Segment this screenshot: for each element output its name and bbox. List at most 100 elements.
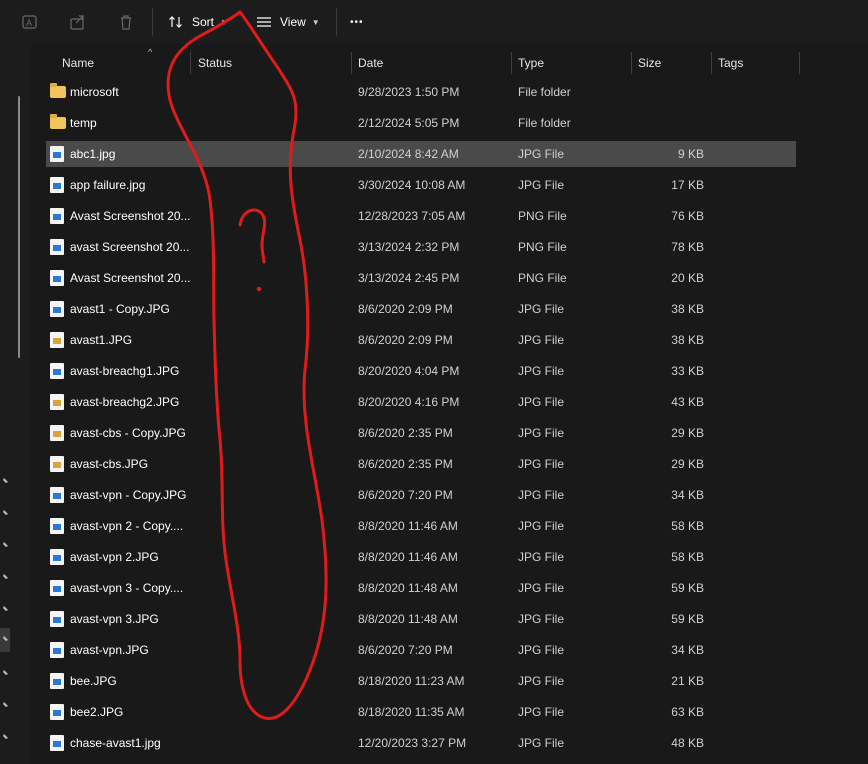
image-file-icon bbox=[50, 642, 64, 658]
file-row[interactable]: avast-breachg1.JPG 8/20/2020 4:04 PM JPG F… bbox=[46, 358, 796, 384]
file-type: File folder bbox=[518, 85, 571, 99]
file-row[interactable]: bee2.JPG 8/18/2020 11:35 AM JPG File 63 KB bbox=[46, 699, 796, 725]
file-date: 8/8/2020 11:46 AM bbox=[358, 519, 458, 533]
column-header-type[interactable]: Type bbox=[518, 50, 544, 76]
file-date: 2/12/2024 5:05 PM bbox=[358, 116, 460, 130]
file-size: 29 KB bbox=[671, 426, 704, 440]
column-divider[interactable] bbox=[631, 52, 632, 74]
file-type: JPG File bbox=[518, 395, 565, 409]
file-date: 3/30/2024 10:08 AM bbox=[358, 178, 466, 192]
file-row[interactable]: avast-vpn - Copy.JPG 8/6/2020 7:20 PM JPG … bbox=[46, 482, 796, 508]
file-date: 12/20/2023 3:27 PM bbox=[358, 736, 467, 750]
file-name: abc1.jpg bbox=[70, 147, 116, 161]
column-divider[interactable] bbox=[190, 52, 191, 74]
file-name: avast-cbs - Copy.JPG bbox=[70, 426, 186, 440]
pin-icon[interactable] bbox=[0, 628, 10, 652]
sort-button[interactable]: Sort ▼ bbox=[168, 10, 228, 34]
file-size: 34 KB bbox=[671, 643, 704, 657]
file-date: 12/28/2023 7:05 AM bbox=[358, 209, 466, 223]
image-file-icon bbox=[50, 487, 64, 503]
delete-icon[interactable] bbox=[116, 12, 136, 32]
file-size: 21 KB bbox=[671, 674, 704, 688]
file-row[interactable]: avast-cbs.JPG 8/6/2020 2:35 PM JPG File 29 … bbox=[46, 451, 796, 477]
file-row[interactable]: avast1 - Copy.JPG 8/6/2020 2:09 PM JPG Fil… bbox=[46, 296, 796, 322]
file-size: 9 KB bbox=[677, 147, 704, 161]
file-row-selected[interactable]: abc1.jpg 2/10/2024 8:42 AM JPG File 9 KB bbox=[46, 141, 796, 167]
file-name: avast-vpn.JPG bbox=[70, 643, 149, 657]
file-row[interactable]: avast-vpn 2.JPG 8/8/2020 11:46 AM JPG File… bbox=[46, 544, 796, 570]
file-name: microsoft bbox=[70, 85, 119, 99]
file-size: 63 KB bbox=[671, 705, 704, 719]
file-size: 17 KB bbox=[671, 178, 704, 192]
file-type: JPG File bbox=[518, 550, 565, 564]
image-file-icon bbox=[50, 549, 64, 565]
file-row[interactable]: avast1.JPG 8/6/2020 2:09 PM JPG File 38 KB bbox=[46, 327, 796, 353]
column-header-size[interactable]: Size bbox=[638, 50, 661, 76]
nav-scrollbar[interactable] bbox=[18, 96, 20, 358]
file-row[interactable]: app failure.jpg 3/30/2024 10:08 AM JPG Fil… bbox=[46, 172, 796, 198]
toolbar-divider bbox=[336, 8, 337, 36]
pin-icon[interactable] bbox=[0, 476, 10, 488]
file-name: avast-vpn 3.JPG bbox=[70, 612, 159, 626]
file-row[interactable]: temp 2/12/2024 5:05 PM File folder bbox=[46, 110, 796, 136]
image-file-icon-alt bbox=[50, 456, 64, 472]
file-row[interactable]: avast-vpn 3 - Copy.... 8/8/2020 11:48 AM J… bbox=[46, 575, 796, 601]
share-icon[interactable] bbox=[68, 12, 88, 32]
svg-text:A: A bbox=[26, 18, 32, 28]
column-header-row: ^ Name Status Date Type Size Tags bbox=[30, 47, 800, 76]
column-header-name[interactable]: Name bbox=[62, 50, 94, 76]
image-file-icon bbox=[50, 611, 64, 627]
file-size: 33 KB bbox=[671, 364, 704, 378]
file-row[interactable]: chase-avast1.jpg 12/20/2023 3:27 PM JPG Fi… bbox=[46, 730, 796, 756]
file-row[interactable]: avast-vpn 3.JPG 8/8/2020 11:48 AM JPG File… bbox=[46, 606, 796, 632]
file-size: 78 KB bbox=[671, 240, 704, 254]
file-row[interactable]: microsoft 9/28/2023 1:50 PM File folder bbox=[46, 79, 796, 105]
column-header-date[interactable]: Date bbox=[358, 50, 383, 76]
file-date: 8/6/2020 2:09 PM bbox=[358, 302, 453, 316]
file-size: 38 KB bbox=[671, 333, 704, 347]
image-file-icon bbox=[50, 735, 64, 751]
column-header-tags[interactable]: Tags bbox=[718, 50, 743, 76]
pin-icon[interactable] bbox=[0, 572, 10, 584]
pin-icon[interactable] bbox=[0, 604, 10, 616]
file-row[interactable]: avast-breachg2.JPG 8/20/2020 4:16 PM JPG F… bbox=[46, 389, 796, 415]
column-header-status[interactable]: Status bbox=[198, 50, 232, 76]
file-type: JPG File bbox=[518, 519, 565, 533]
file-type: JPG File bbox=[518, 457, 565, 471]
pin-icon[interactable] bbox=[0, 668, 10, 680]
file-date: 8/6/2020 7:20 PM bbox=[358, 643, 453, 657]
navigation-pane bbox=[0, 44, 30, 764]
pin-icon[interactable] bbox=[0, 540, 10, 552]
view-button[interactable]: View ▼ bbox=[256, 10, 320, 34]
file-row[interactable]: avast-cbs - Copy.JPG 8/6/2020 2:35 PM JPG … bbox=[46, 420, 796, 446]
column-divider[interactable] bbox=[711, 52, 712, 74]
column-divider[interactable] bbox=[351, 52, 352, 74]
chevron-down-icon: ▼ bbox=[220, 17, 228, 27]
file-type: JPG File bbox=[518, 302, 565, 316]
column-divider[interactable] bbox=[799, 52, 800, 74]
pin-icon[interactable] bbox=[0, 732, 10, 744]
command-bar: A Sort ▼ View ▼ ••• bbox=[0, 0, 868, 44]
file-name: avast-vpn 3 - Copy.... bbox=[70, 581, 184, 595]
file-date: 8/18/2020 11:23 AM bbox=[358, 674, 465, 688]
file-row[interactable]: avast-vpn.JPG 8/6/2020 7:20 PM JPG File 34 … bbox=[46, 637, 796, 663]
file-name: avast1.JPG bbox=[70, 333, 133, 347]
file-type: JPG File bbox=[518, 705, 565, 719]
file-name: bee.JPG bbox=[70, 674, 117, 688]
file-row[interactable]: bee.JPG 8/18/2020 11:23 AM JPG File 21 KB bbox=[46, 668, 796, 694]
file-row[interactable]: Avast Screenshot 20... 12/28/2023 7:05 AM… bbox=[46, 203, 796, 229]
file-date: 8/6/2020 7:20 PM bbox=[358, 488, 453, 502]
file-name: avast-cbs.JPG bbox=[70, 457, 149, 471]
file-row[interactable]: avast Screenshot 20... 3/13/2024 2:32 PM P… bbox=[46, 234, 796, 260]
image-file-icon bbox=[50, 301, 64, 317]
column-divider[interactable] bbox=[511, 52, 512, 74]
pin-icon[interactable] bbox=[0, 700, 10, 712]
file-row[interactable]: Avast Screenshot 20... 3/13/2024 2:45 PM P… bbox=[46, 265, 796, 291]
more-options-button[interactable]: ••• bbox=[350, 10, 364, 34]
image-file-icon bbox=[50, 239, 64, 255]
file-row[interactable]: avast-vpn 2 - Copy.... 8/8/2020 11:46 AM J… bbox=[46, 513, 796, 539]
pin-icon[interactable] bbox=[0, 508, 10, 520]
folder-icon bbox=[50, 83, 66, 98]
image-file-icon bbox=[50, 580, 64, 596]
rename-icon[interactable]: A bbox=[20, 12, 40, 32]
